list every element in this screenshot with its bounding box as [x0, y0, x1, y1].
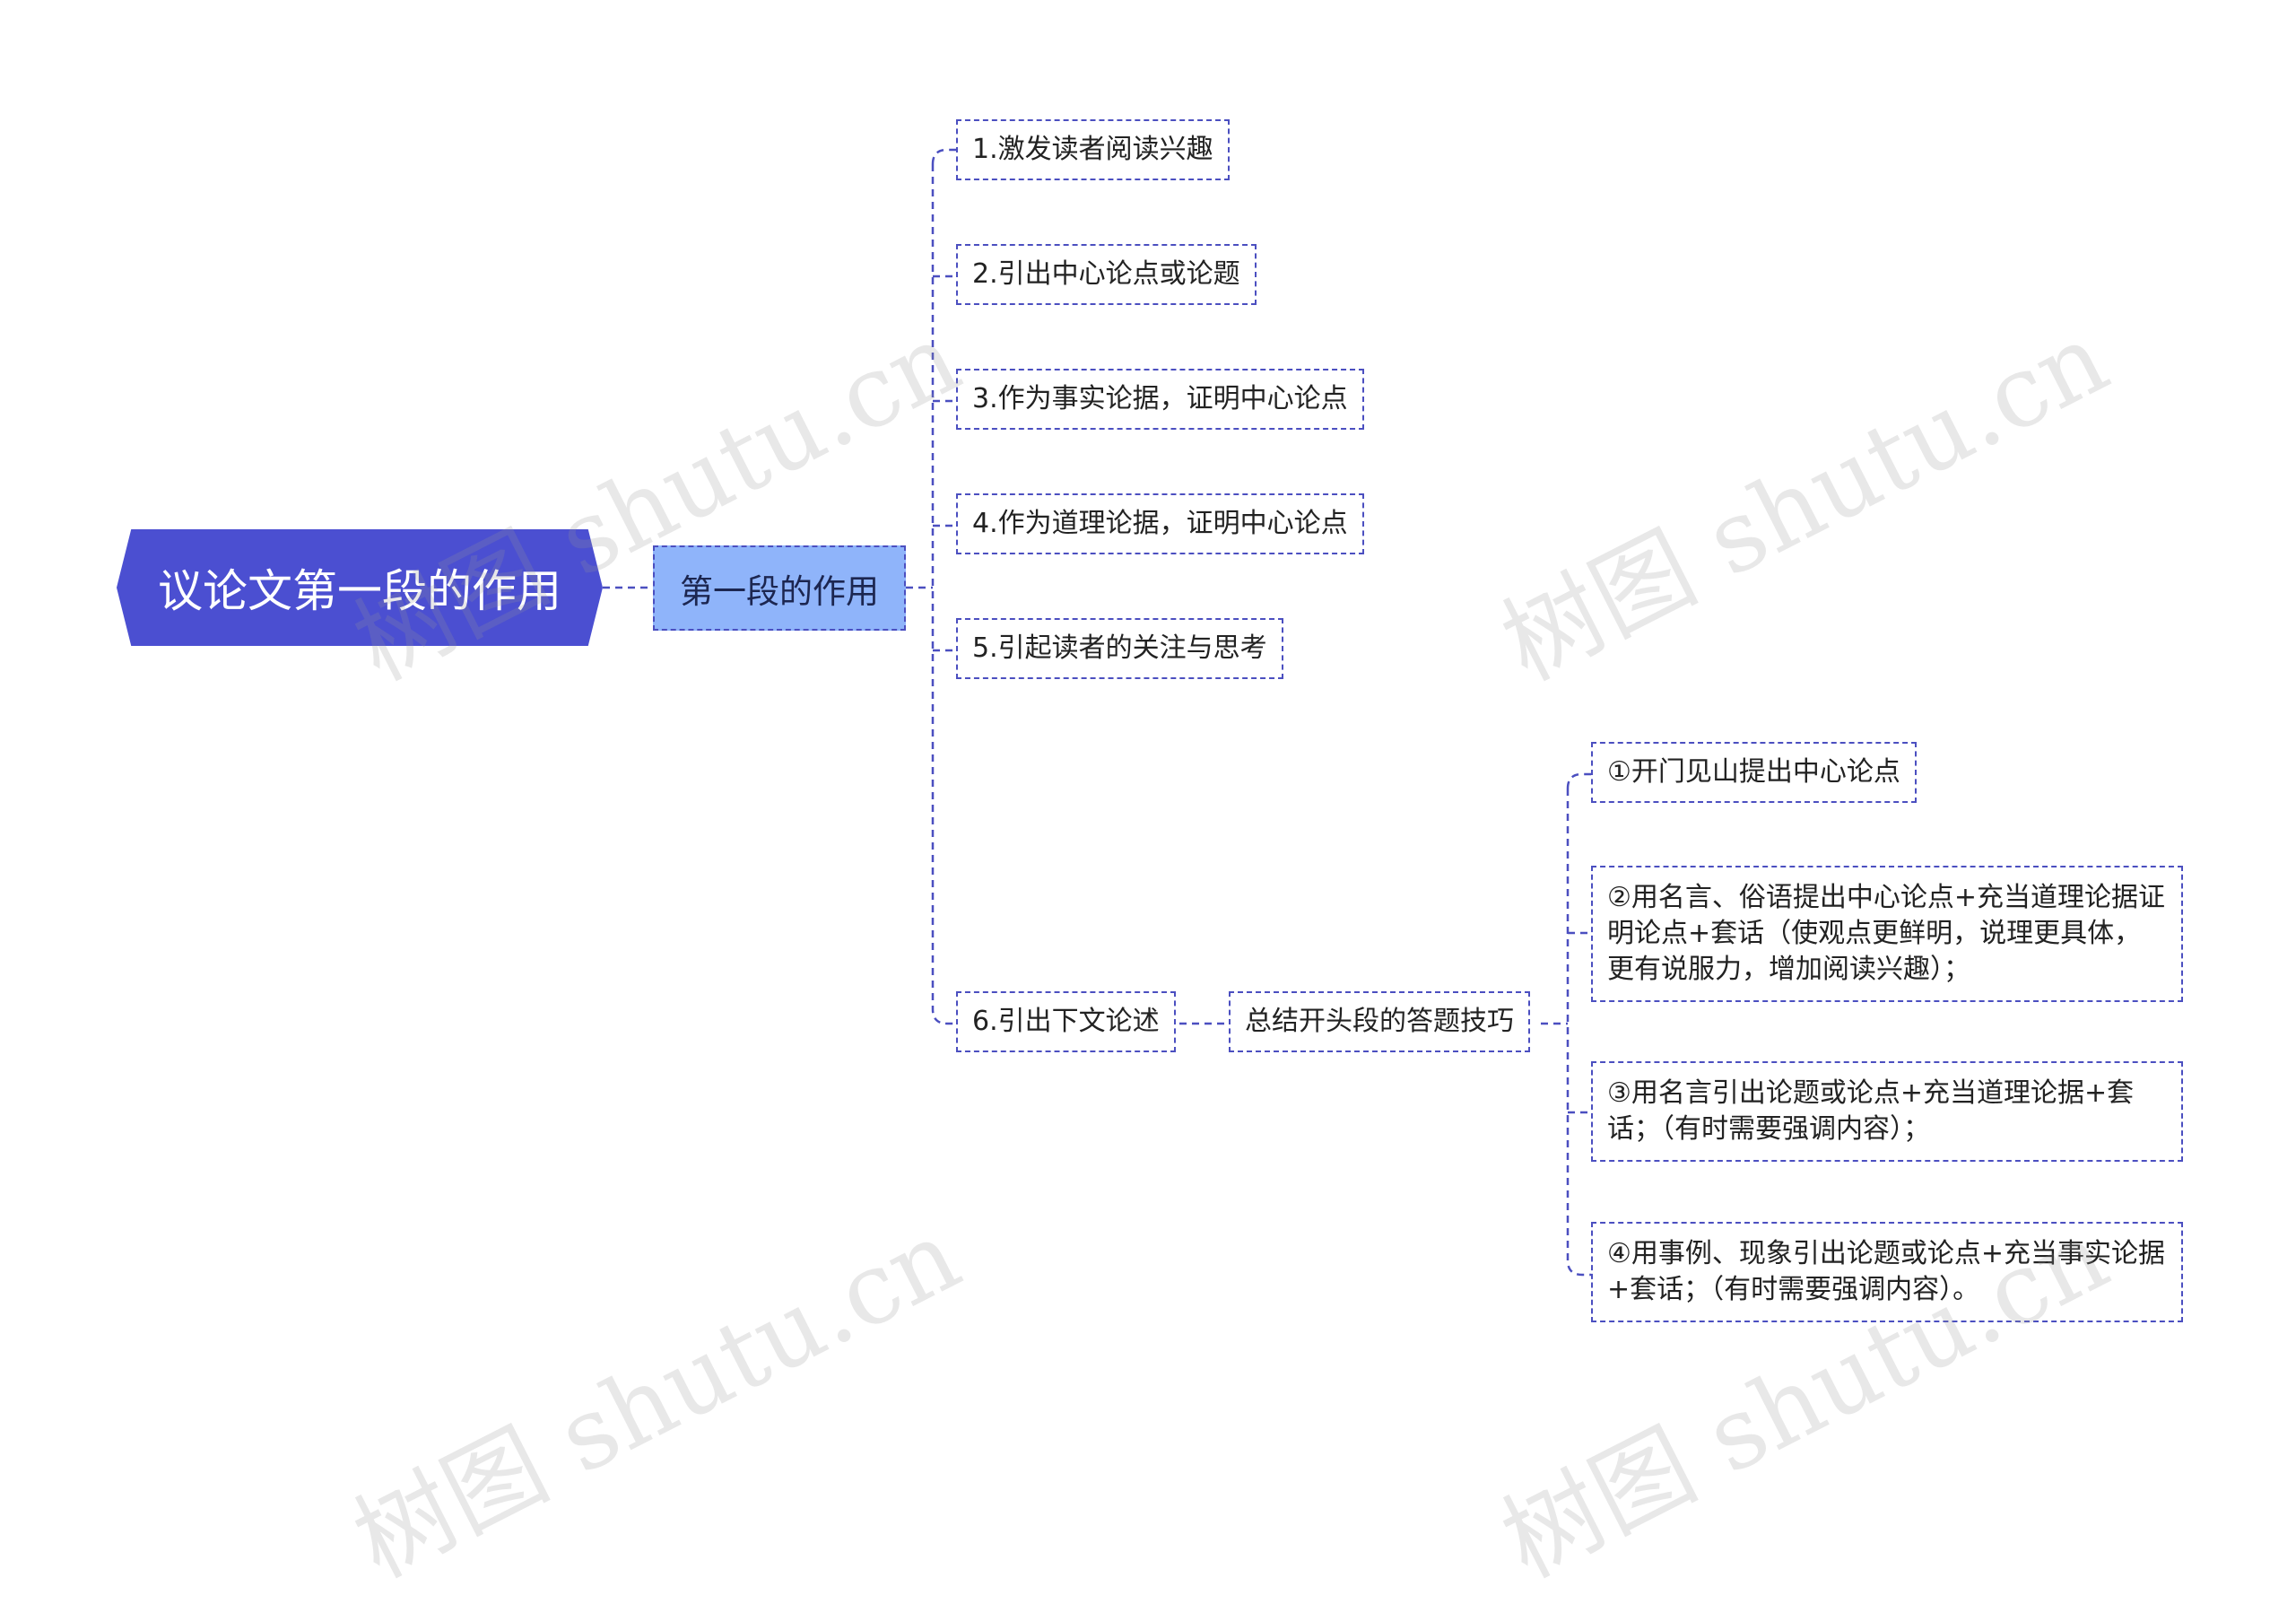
- item-node-2[interactable]: 2.引出中心论点或论题: [956, 244, 1257, 305]
- technique-label: ①开门见山提出中心论点: [1607, 756, 1900, 788]
- technique-label: ②用名言、俗语提出中心论点+充当道理论据证明论点+套话（使观点更鲜明，说理更具体…: [1607, 882, 2166, 985]
- technique-node-3[interactable]: ③用名言引出论题或论点+充当道理论据+套话；（有时需要强调内容）；: [1591, 1061, 2183, 1162]
- item-node-4[interactable]: 4.作为道理论据，证明中心论点: [956, 493, 1364, 554]
- item-node-6[interactable]: 6.引出下文论述: [956, 991, 1176, 1052]
- item-label: 4.作为道理论据，证明中心论点: [972, 508, 1348, 539]
- technique-label: ③用名言引出论题或论点+充当道理论据+套话；（有时需要强调内容）；: [1607, 1077, 2135, 1145]
- item-label: 5.引起读者的关注与思考: [972, 632, 1267, 664]
- root-node[interactable]: 议论文第一段的作用: [117, 529, 603, 646]
- connector-items-trunk: [931, 148, 956, 1025]
- technique-node-1[interactable]: ①开门见山提出中心论点: [1591, 742, 1917, 803]
- level1-node[interactable]: 第一段的作用: [653, 545, 906, 631]
- level1-label: 第一段的作用: [680, 571, 879, 611]
- technique-label: ④用事例、现象引出论题或论点+充当事实论据+套话；（有时需要强调内容）。: [1607, 1238, 2166, 1305]
- connector-techniques-trunk: [1566, 772, 1591, 1277]
- root-label: 议论文第一段的作用: [158, 565, 561, 617]
- item-node-1[interactable]: 1.激发读者阅读兴趣: [956, 119, 1230, 180]
- item-node-5[interactable]: 5.引起读者的关注与思考: [956, 618, 1283, 679]
- item-label: 1.激发读者阅读兴趣: [972, 134, 1213, 165]
- mind-map-canvas: 议论文第一段的作用 第一段的作用 1.激发读者阅读兴趣 2.引出中心论点或论题 …: [0, 0, 2296, 1600]
- item-node-3[interactable]: 3.作为事实论据，证明中心论点: [956, 369, 1364, 430]
- item-label: 6.引出下文论述: [972, 1006, 1160, 1037]
- technique-node-2[interactable]: ②用名言、俗语提出中心论点+充当道理论据证明论点+套话（使观点更鲜明，说理更具体…: [1591, 866, 2183, 1002]
- summary-node[interactable]: 总结开头段的答题技巧: [1229, 991, 1530, 1052]
- item-label: 3.作为事实论据，证明中心论点: [972, 383, 1348, 414]
- summary-label: 总结开头段的答题技巧: [1245, 1006, 1514, 1037]
- item-label: 2.引出中心论点或论题: [972, 258, 1240, 290]
- technique-node-4[interactable]: ④用事例、现象引出论题或论点+充当事实论据+套话；（有时需要强调内容）。: [1591, 1222, 2183, 1322]
